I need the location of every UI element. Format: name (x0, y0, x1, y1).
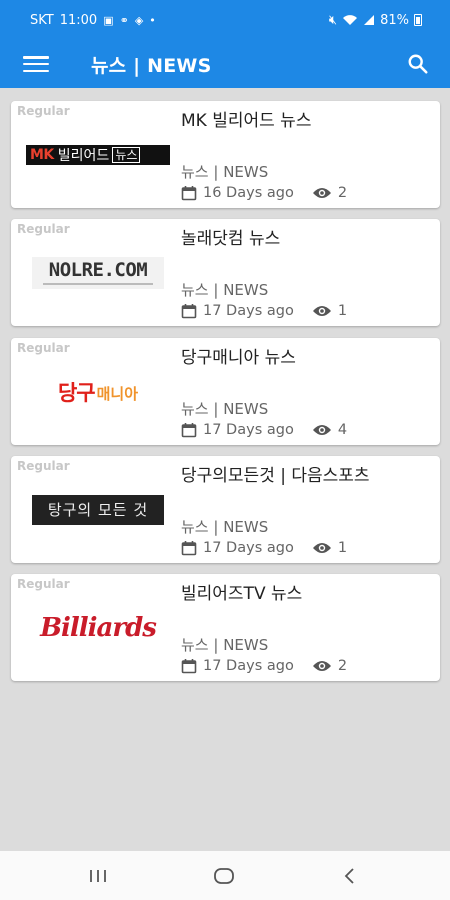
billiards-logo: Billiards (40, 612, 157, 643)
calendar-icon (181, 541, 197, 556)
calendar-icon (181, 186, 197, 201)
page-title: 뉴스 | NEWS (91, 54, 212, 77)
wifi-icon (343, 15, 358, 25)
news-card[interactable]: Billiards Regular 빌리어즈TV 뉴스 뉴스 | NEWS 17… (11, 574, 440, 681)
news-title: 놀래닷컴 뉴스 (181, 229, 281, 249)
news-date: 16 Days ago (203, 185, 294, 201)
app-bar: 뉴스 | NEWS (0, 40, 450, 88)
menu-icon[interactable] (23, 54, 49, 74)
news-meta: 16 Days ago 2 (181, 185, 347, 201)
news-card[interactable]: 당구 매니아 Regular 당구매니아 뉴스 뉴스 | NEWS 17 Days… (11, 338, 440, 445)
regular-tag: Regular (17, 459, 70, 473)
news-title: 당구의모든것 | 다음스포츠 (181, 466, 370, 486)
view-count: 2 (337, 185, 348, 201)
mute-icon: 🔇︎ (328, 12, 338, 28)
news-card[interactable]: MK 빌리어드 뉴스 Regular MK 빌리어드 뉴스 뉴스 | NEWS 16… (11, 101, 440, 208)
home-icon[interactable] (204, 863, 244, 889)
eye-icon (312, 661, 331, 671)
view-count: 2 (337, 658, 348, 674)
link-notification-icon: ⚭ (119, 13, 129, 27)
calendar-icon (181, 304, 197, 319)
recents-icon[interactable] (78, 863, 118, 889)
eye-icon (312, 543, 331, 553)
carrier: SKT (30, 12, 54, 28)
gallery-notification-icon: ▣ (103, 13, 114, 27)
regular-tag: Regular (17, 341, 70, 355)
status-right: 🔇︎ 81% (329, 13, 422, 28)
battery-icon (414, 14, 422, 26)
news-date: 17 Days ago (203, 658, 294, 674)
danggu-all-logo: 탕구의 모든 것 (32, 494, 164, 525)
news-list: MK 빌리어드 뉴스 Regular MK 빌리어드 뉴스 뉴스 | NEWS 16… (0, 88, 450, 851)
status-left: SKT 11:00 ▣ ⚭ ◈ • (30, 13, 156, 28)
mk-billiard-logo: MK 빌리어드 뉴스 (26, 144, 170, 165)
news-meta: 17 Days ago 1 (181, 303, 347, 319)
news-date: 17 Days ago (203, 540, 294, 556)
news-title: 빌리어즈TV 뉴스 (181, 584, 303, 604)
view-count: 1 (337, 540, 348, 556)
back-icon[interactable] (330, 863, 370, 889)
news-category: 뉴스 | NEWS (181, 400, 269, 418)
news-category: 뉴스 | NEWS (181, 281, 269, 299)
view-count: 1 (337, 303, 348, 319)
regular-tag: Regular (17, 222, 70, 236)
news-card[interactable]: NOLRE.COM Regular 놀래닷컴 뉴스 뉴스 | NEWS 17 D… (11, 219, 440, 326)
news-meta: 17 Days ago 2 (181, 658, 347, 674)
more-notifications-icon: • (149, 13, 156, 27)
status-bar: SKT 11:00 ▣ ⚭ ◈ • 🔇︎ 81% (0, 0, 450, 40)
news-date: 17 Days ago (203, 303, 294, 319)
clock: 11:00 (59, 12, 98, 28)
view-count: 4 (337, 422, 348, 438)
news-category: 뉴스 | NEWS (181, 636, 269, 654)
system-nav-bar (0, 851, 450, 900)
danggu-mania-logo: 당구 매니아 (57, 380, 139, 405)
news-card[interactable]: 탕구의 모든 것 Regular 당구의모든것 | 다음스포츠 뉴스 | NEW… (11, 456, 440, 563)
regular-tag: Regular (17, 104, 70, 118)
search-icon[interactable] (404, 50, 432, 78)
news-meta: 17 Days ago 4 (181, 422, 347, 438)
news-meta: 17 Days ago 1 (181, 540, 347, 556)
eye-icon (312, 425, 331, 435)
news-title: MK 빌리어드 뉴스 (181, 111, 312, 131)
battery-percent: 81% (380, 12, 409, 28)
calendar-icon (181, 423, 197, 438)
regular-tag: Regular (17, 577, 70, 591)
news-date: 17 Days ago (203, 422, 294, 438)
signal-icon (364, 15, 375, 25)
calendar-icon (181, 659, 197, 674)
eye-icon (312, 306, 331, 316)
eye-icon (312, 188, 331, 198)
app-notification-icon: ◈ (134, 13, 144, 27)
news-title: 당구매니아 뉴스 (181, 348, 296, 368)
news-category: 뉴스 | NEWS (181, 163, 269, 181)
news-category: 뉴스 | NEWS (181, 518, 269, 536)
nolre-logo: NOLRE.COM (32, 256, 164, 289)
